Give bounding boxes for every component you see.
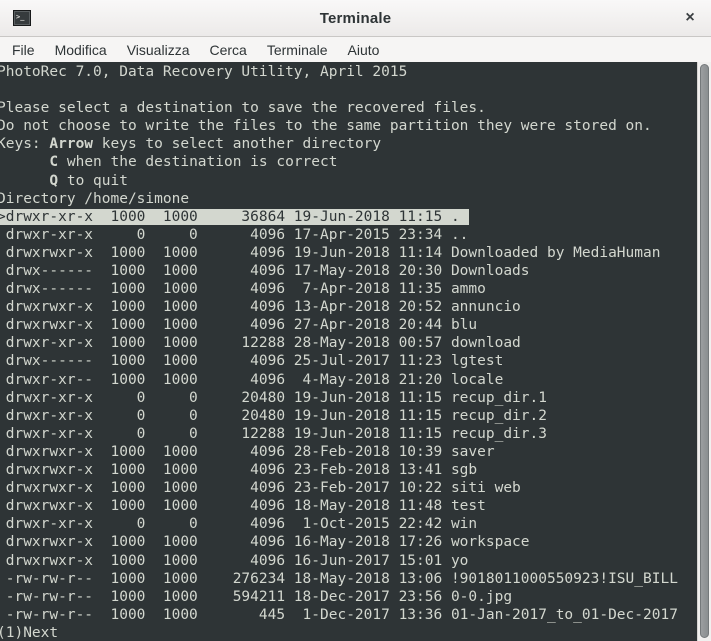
terminal-text: when the destination is correct <box>58 154 337 170</box>
key-hint: C <box>49 154 58 170</box>
directory-row: -rw-rw-r-- 1000 1000 276234 18-May-2018 … <box>0 570 678 588</box>
directory-row: drwxrwxr-x 1000 1000 4096 23-Feb-2017 10… <box>0 479 678 497</box>
terminal-text: Please select a destination to save the … <box>0 100 486 116</box>
terminal-text-line: PhotoRec 7.0, Data Recovery Utility, Apr… <box>0 63 678 81</box>
menu-item-modifica[interactable]: Modifica <box>45 39 117 61</box>
terminal-screen[interactable]: PhotoRec 7.0, Data Recovery Utility, Apr… <box>0 62 711 641</box>
terminal-text: Directory /home/simone <box>0 191 189 207</box>
terminal-text-line: C when the destination is correct <box>0 153 678 171</box>
directory-row: drwxr-xr-x 1000 1000 12288 28-May-2018 0… <box>0 334 678 352</box>
menu-item-aiuto[interactable]: Aiuto <box>338 39 390 61</box>
terminal-window: >_ Terminale × FileModificaVisualizzaCer… <box>0 0 711 641</box>
directory-row: drwxrwxr-x 1000 1000 4096 13-Apr-2018 20… <box>0 298 678 316</box>
directory-row: drwxr-xr-x 0 0 4096 1-Oct-2015 22:42 win <box>0 515 678 533</box>
directory-row-selected: >drwxr-xr-x 1000 1000 36864 19-Jun-2018 … <box>0 208 678 226</box>
terminal-output: PhotoRec 7.0, Data Recovery Utility, Apr… <box>0 63 678 641</box>
directory-row: -rw-rw-r-- 1000 1000 445 1-Dec-2017 13:3… <box>0 606 678 624</box>
directory-row: drwxr-xr-x 0 0 20480 19-Jun-2018 11:15 r… <box>0 407 678 425</box>
directory-row: drwxr-xr-x 0 0 12288 19-Jun-2018 11:15 r… <box>0 425 678 443</box>
menu-item-cerca[interactable]: Cerca <box>199 39 256 61</box>
terminal-text: PhotoRec 7.0, Data Recovery Utility, Apr… <box>0 64 407 80</box>
directory-row: drwxr-xr-- 1000 1000 4096 4-May-2018 21:… <box>0 371 678 389</box>
terminal-text: Do not choose to write the files to the … <box>0 118 652 134</box>
terminal-text-line: Keys: Arrow keys to select another direc… <box>0 135 678 153</box>
directory-row: drwx------ 1000 1000 4096 17-May-2018 20… <box>0 262 678 280</box>
selection-highlight: >drwxr-xr-x 1000 1000 36864 19-Jun-2018 … <box>0 209 469 225</box>
scrollbar-thumb[interactable] <box>700 64 709 638</box>
terminal-text: keys to select another directory <box>93 136 381 152</box>
terminal-text <box>0 173 49 189</box>
directory-row: drwxrwxr-x 1000 1000 4096 19-Jun-2018 11… <box>0 244 678 262</box>
menu-item-visualizza[interactable]: Visualizza <box>117 39 200 61</box>
window-titlebar[interactable]: >_ Terminale × <box>0 0 711 37</box>
directory-row: drwxrwxr-x 1000 1000 4096 27-Apr-2018 20… <box>0 316 678 334</box>
pager-next-line: (1)Next <box>0 624 678 641</box>
directory-row: drwx------ 1000 1000 4096 7-Apr-2018 11:… <box>0 280 678 298</box>
key-hint: Arrow <box>49 136 93 152</box>
scrollbar-track[interactable] <box>697 62 711 641</box>
menu-item-file[interactable]: File <box>2 39 45 61</box>
directory-row: drwx------ 1000 1000 4096 25-Jul-2017 11… <box>0 352 678 370</box>
terminal-text: to quit <box>58 173 128 189</box>
directory-row: drwxrwxr-x 1000 1000 4096 16-May-2018 17… <box>0 533 678 551</box>
directory-row: drwxrwxr-x 1000 1000 4096 18-May-2018 11… <box>0 497 678 515</box>
key-hint: Q <box>49 173 58 189</box>
terminal-text-line: Q to quit <box>0 172 678 190</box>
terminal-text-line: Please select a destination to save the … <box>0 99 678 117</box>
close-button[interactable]: × <box>680 8 700 28</box>
directory-row: -rw-rw-r-- 1000 1000 594211 18-Dec-2017 … <box>0 588 678 606</box>
terminal-text-line <box>0 81 678 99</box>
close-icon: × <box>685 9 694 27</box>
directory-row: drwxr-xr-x 0 0 20480 19-Jun-2018 11:15 r… <box>0 389 678 407</box>
terminal-text: Keys: <box>0 136 49 152</box>
terminal-text-line: Do not choose to write the files to the … <box>0 117 678 135</box>
window-title: Terminale <box>0 10 711 27</box>
directory-row: drwxrwxr-x 1000 1000 4096 16-Jun-2017 15… <box>0 552 678 570</box>
terminal-text <box>0 154 49 170</box>
terminal-text-line: Directory /home/simone <box>0 190 678 208</box>
directory-row: drwxrwxr-x 1000 1000 4096 23-Feb-2018 13… <box>0 461 678 479</box>
directory-row: drwxr-xr-x 0 0 4096 17-Apr-2015 23:34 .. <box>0 226 678 244</box>
directory-row: drwxrwxr-x 1000 1000 4096 28-Feb-2018 10… <box>0 443 678 461</box>
menu-bar: FileModificaVisualizzaCercaTerminaleAiut… <box>0 37 711 62</box>
menu-item-terminale[interactable]: Terminale <box>257 39 338 61</box>
